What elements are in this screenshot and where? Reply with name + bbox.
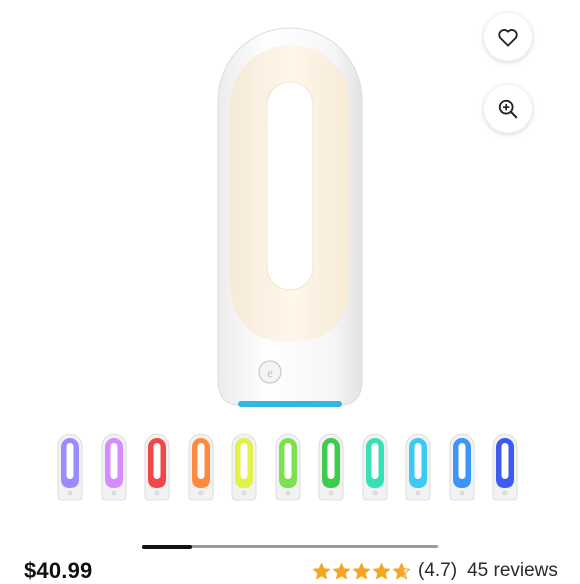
zoom-in-icon: [498, 99, 518, 119]
star-icon: [393, 562, 410, 579]
product-price: $40.99: [24, 558, 93, 583]
zoom-button[interactable]: [484, 85, 532, 133]
product-image[interactable]: e: [210, 20, 370, 415]
rating-summary: (4.7) 45 reviews: [312, 560, 558, 582]
heart-icon: [498, 29, 518, 47]
star-icon: [313, 562, 330, 579]
star-icon: [353, 562, 370, 579]
carousel-scrollbar-thumb[interactable]: [142, 544, 193, 549]
thumbnail-1[interactable]: [55, 432, 85, 502]
thumbnail-3[interactable]: [142, 432, 172, 502]
reviews-link[interactable]: 45 reviews: [467, 560, 558, 582]
color-thumbnails: [55, 432, 525, 502]
star-rating: [312, 562, 411, 581]
thumbnail-4[interactable]: [186, 432, 216, 502]
star-icon: [333, 562, 350, 579]
thumbnail-5[interactable]: [229, 432, 259, 502]
thumbnail-2[interactable]: [99, 432, 129, 502]
thumbnail-10[interactable]: [447, 432, 477, 502]
rating-value: (4.7): [418, 560, 458, 581]
thumbnail-8[interactable]: [360, 432, 390, 502]
thumbnail-11[interactable]: [490, 432, 520, 502]
svg-text:e: e: [267, 365, 273, 380]
favorite-button[interactable]: [484, 13, 532, 61]
thumbnail-6[interactable]: [273, 432, 303, 502]
thumbnail-9[interactable]: [403, 432, 433, 502]
thumbnail-7[interactable]: [316, 432, 346, 502]
star-icon: [373, 562, 390, 579]
carousel-scrollbar[interactable]: [142, 544, 438, 549]
